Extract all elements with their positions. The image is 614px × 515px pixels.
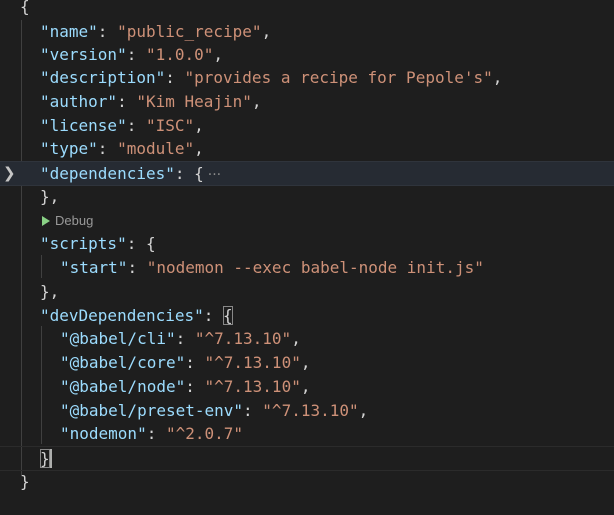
chevron-right-icon[interactable]: ❯ — [3, 162, 16, 186]
json-key: "start" — [60, 258, 128, 277]
json-value: "ISC" — [145, 116, 195, 135]
open-brace: { — [145, 234, 156, 253]
json-key: "scripts" — [40, 234, 127, 253]
json-key: "type" — [40, 139, 98, 158]
code-line[interactable]: "devDependencies": { — [0, 304, 614, 328]
open-brace: { — [20, 0, 30, 16]
code-line[interactable]: } — [0, 470, 614, 494]
code-line-current[interactable]: } — [0, 446, 614, 471]
debug-label: Debug — [55, 213, 94, 228]
json-key: "name" — [40, 22, 98, 41]
open-brace: { — [223, 306, 233, 325]
close-brace: }, — [40, 282, 60, 301]
json-key: "author" — [40, 92, 118, 111]
json-key: "@babel/core" — [60, 353, 186, 372]
json-key: "dependencies" — [40, 164, 175, 183]
json-key: "@babel/preset-env" — [60, 401, 244, 420]
json-value: "1.0.0" — [145, 45, 214, 64]
json-key: "description" — [40, 68, 166, 87]
code-editor[interactable]: { "name": "public_recipe", "version": "1… — [0, 0, 614, 515]
close-brace: } — [20, 472, 30, 491]
json-value: "^7.13.10" — [204, 377, 301, 396]
code-line[interactable]: "start": "nodemon --exec babel-node init… — [0, 256, 614, 280]
close-brace: }, — [40, 187, 60, 206]
text-cursor — [49, 449, 52, 468]
debug-codelens[interactable]: Debug — [42, 211, 93, 231]
json-value: "^2.0.7" — [165, 424, 244, 443]
code-line[interactable]: }, — [0, 185, 614, 209]
code-line[interactable]: "nodemon": "^2.0.7" — [0, 422, 614, 446]
json-value: "^7.13.10" — [262, 401, 359, 420]
code-line[interactable]: "@babel/core": "^7.13.10", — [0, 351, 614, 375]
folded-ellipsis[interactable]: ··· — [208, 167, 221, 183]
json-key: "license" — [40, 116, 127, 135]
code-line[interactable]: "@babel/node": "^7.13.10", — [0, 375, 614, 399]
code-line[interactable]: "name": "public_recipe", — [0, 20, 614, 44]
code-line[interactable]: "license": "ISC", — [0, 114, 614, 138]
code-line[interactable]: "@babel/cli": "^7.13.10", — [0, 327, 614, 351]
code-line[interactable]: "description": "provides a recipe for Pe… — [0, 66, 614, 90]
code-line[interactable]: "type": "module", — [0, 137, 614, 161]
json-value: "^7.13.10" — [194, 329, 292, 348]
json-value: "module" — [117, 139, 195, 158]
json-value: "nodemon --exec babel-node init.js" — [146, 258, 484, 277]
json-key: "nodemon" — [60, 424, 147, 443]
json-key: "devDependencies" — [40, 306, 204, 325]
json-value: "public_recipe" — [117, 22, 262, 41]
code-line[interactable]: "@babel/preset-env": "^7.13.10", — [0, 399, 614, 423]
json-value: "provides a recipe for Pepole's" — [184, 68, 493, 87]
code-line[interactable]: "author": "Kim Heajin", — [0, 90, 614, 114]
json-key: "@babel/node" — [60, 377, 186, 396]
code-line[interactable]: { — [0, 0, 614, 19]
code-line[interactable]: "scripts": { — [0, 232, 614, 256]
json-value: "^7.13.10" — [204, 353, 301, 372]
play-icon — [42, 216, 50, 226]
code-line[interactable]: "version": "1.0.0", — [0, 43, 614, 67]
code-line[interactable]: }, — [0, 280, 614, 304]
code-line-folded[interactable]: ❯ "dependencies": {··· — [0, 161, 614, 186]
json-key: "@babel/cli" — [60, 329, 176, 348]
json-key: "version" — [40, 45, 127, 64]
close-brace: } — [40, 449, 50, 468]
json-value: "Kim Heajin" — [136, 92, 252, 111]
open-brace: { — [194, 164, 204, 183]
